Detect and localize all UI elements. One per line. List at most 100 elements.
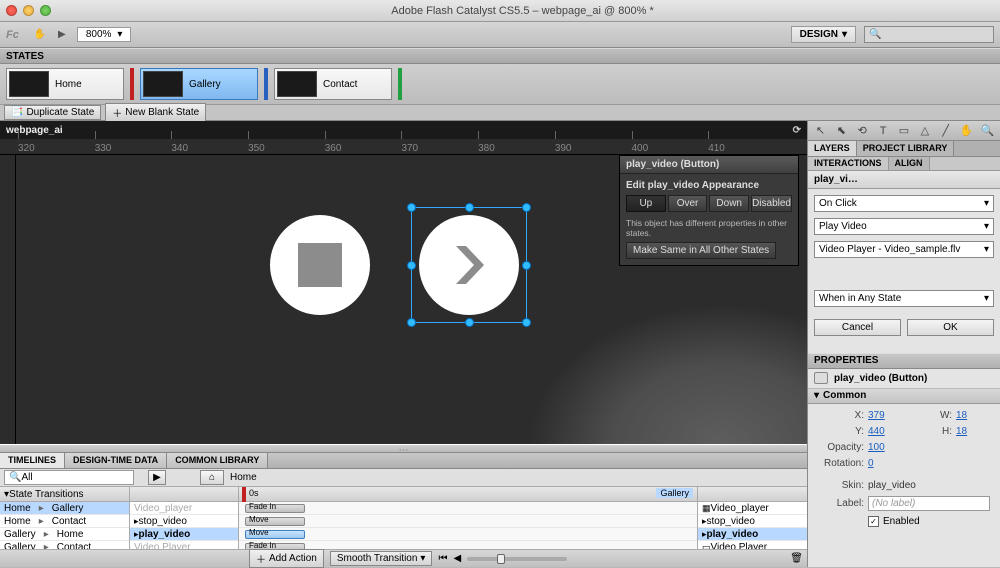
track-column[interactable]: 0s Gallery Fade In Move Move Fade In Mov… [239, 487, 698, 549]
state-down-button[interactable]: Down [709, 195, 749, 212]
arrow-tool-icon[interactable]: ▶ [51, 25, 73, 45]
transition-row[interactable]: Home▸Contact [0, 515, 129, 528]
tab-timelines[interactable]: TIMELINES [0, 453, 65, 468]
duplicate-state-button[interactable]: 📑 Duplicate State [4, 105, 101, 120]
tab-align[interactable]: ALIGN [889, 157, 930, 170]
layer-row[interactable]: ▦ Video_player [698, 502, 807, 515]
transform-icon[interactable]: ⟲ [854, 124, 870, 137]
resize-handle[interactable] [407, 318, 416, 327]
transitions-header[interactable]: State Transitions [9, 489, 83, 500]
add-action-button[interactable]: ＋ Add Action [249, 549, 324, 568]
layer-row[interactable]: Video_player [130, 502, 238, 515]
window-maximize[interactable] [40, 5, 51, 16]
transition-row[interactable]: Gallery▸Contact [0, 541, 129, 549]
layer-row[interactable]: ▸ play_video [130, 528, 238, 541]
delete-icon[interactable]: 🗑 [790, 553, 803, 564]
layer-row[interactable]: ▸ play_video [698, 528, 807, 541]
rect-tool-icon[interactable]: ▭ [896, 124, 912, 137]
ok-button[interactable]: OK [907, 319, 994, 336]
hand-tool-icon[interactable]: ✋ [29, 25, 51, 45]
stop-video-button[interactable] [270, 215, 370, 315]
state-home[interactable]: Home [6, 68, 124, 100]
resize-handle[interactable] [522, 203, 531, 212]
resize-handle[interactable] [407, 203, 416, 212]
state-disabled-button[interactable]: Disabled [751, 195, 792, 212]
h-field[interactable]: 18 [956, 426, 967, 437]
transition-row[interactable]: Home▸Gallery [0, 502, 129, 515]
text-tool-icon[interactable]: T [875, 125, 891, 137]
transition-row[interactable]: Gallery▸Home [0, 528, 129, 541]
play-button[interactable]: ▶ [148, 470, 166, 485]
state-contact[interactable]: Contact [274, 68, 392, 100]
chevron-down-icon: ▾ [984, 198, 989, 209]
resize-handle[interactable] [522, 318, 531, 327]
state-up-button[interactable]: Up [626, 195, 666, 212]
new-blank-state-button[interactable]: ＋ New Blank State [105, 103, 206, 122]
tab-layers[interactable]: LAYERS [808, 141, 857, 156]
chevron-down-icon: ▾ [117, 29, 122, 40]
direct-select-icon[interactable]: ⬉ [833, 124, 849, 137]
zoom-slider[interactable] [467, 557, 567, 561]
resize-handle[interactable] [407, 261, 416, 270]
selection-tool-icon[interactable]: ↖ [812, 124, 828, 137]
workspace-dropdown[interactable]: DESIGN ▾ [791, 26, 856, 43]
state-gallery[interactable]: Gallery [140, 68, 258, 100]
hand-tool-icon[interactable]: ✋ [959, 124, 975, 137]
label-input[interactable]: (No label) [868, 496, 990, 511]
cancel-button[interactable]: Cancel [814, 319, 901, 336]
make-same-button[interactable]: Make Same in All Other States [626, 242, 776, 259]
search-input[interactable]: 🔍 [864, 26, 994, 43]
window-close[interactable] [6, 5, 17, 16]
canvas[interactable]: play_video (Button) Edit play_video Appe… [0, 155, 807, 444]
refresh-icon[interactable]: ⟳ [793, 125, 801, 136]
smooth-transition-button[interactable]: Smooth Transition ▾ [330, 551, 433, 566]
opacity-field[interactable]: 100 [868, 442, 885, 453]
timecode: 0s [249, 488, 259, 498]
line-tool-icon[interactable]: ╱ [938, 124, 954, 137]
window-title: Adobe Flash Catalyst CS5.5 – webpage_ai … [51, 5, 994, 17]
hud-edit-label: Edit play_video Appearance [626, 180, 792, 191]
breadcrumb[interactable]: play_vi… [814, 174, 858, 185]
x-field[interactable]: 379 [868, 410, 885, 421]
enabled-checkbox[interactable]: ✓ [868, 516, 879, 527]
layer-row[interactable]: ▸ stop_video [698, 515, 807, 528]
panel-resize-handle[interactable]: ⋯ [0, 444, 807, 453]
layer-row[interactable]: Video Player [130, 541, 238, 549]
chevron-down-icon: ▾ [984, 293, 989, 304]
tab-project-library[interactable]: PROJECT LIBRARY [857, 141, 955, 156]
playhead-marker[interactable] [242, 487, 246, 502]
timeline-search[interactable]: 🔍 All [4, 470, 134, 485]
trigger-dropdown[interactable]: On Click▾ [814, 195, 994, 212]
transitions-column: ▾ State Transitions Home▸Gallery Home▸Co… [0, 487, 130, 549]
resize-handle[interactable] [465, 318, 474, 327]
tab-common-library[interactable]: COMMON LIBRARY [167, 453, 268, 468]
w-field[interactable]: 18 [956, 410, 967, 421]
y-field[interactable]: 440 [868, 426, 885, 437]
zoom-tool-icon[interactable]: 🔍 [979, 124, 995, 137]
resize-handle[interactable] [465, 203, 474, 212]
resize-handle[interactable] [522, 261, 531, 270]
target-dropdown[interactable]: Video Player - Video_sample.flv▾ [814, 241, 994, 258]
object-name: play_video (Button) [834, 373, 927, 384]
zoom-dropdown[interactable]: 800% ▾ [77, 27, 132, 42]
state-over-button[interactable]: Over [668, 195, 708, 212]
layer-row[interactable]: ▭ Video Player [698, 541, 807, 549]
interactions-panel: On Click▾ Play Video▾ Video Player - Vid… [808, 189, 1000, 353]
stop-icon [298, 243, 342, 287]
window-minimize[interactable] [23, 5, 34, 16]
layer-row[interactable]: ▸ stop_video [130, 515, 238, 528]
tab-design-time-data[interactable]: DESIGN-TIME DATA [65, 453, 167, 468]
action-dropdown[interactable]: Play Video▾ [814, 218, 994, 235]
shape-tool-icon[interactable]: △ [917, 124, 933, 137]
home-thumb[interactable]: ⌂ [200, 470, 224, 485]
common-accordion[interactable]: ▾ Common [808, 389, 1000, 404]
document-tab[interactable]: webpage_ai [6, 125, 63, 136]
app-logo: Fc [6, 29, 19, 41]
play-video-button[interactable] [419, 215, 519, 315]
rotation-field[interactable]: 0 [868, 458, 874, 469]
rewind-icon[interactable]: ⏮ [438, 553, 447, 564]
when-dropdown[interactable]: When in Any State▾ [814, 290, 994, 307]
tab-interactions[interactable]: INTERACTIONS [808, 157, 889, 170]
slider-thumb[interactable] [497, 554, 505, 564]
back-icon[interactable]: ◀ [453, 553, 461, 564]
